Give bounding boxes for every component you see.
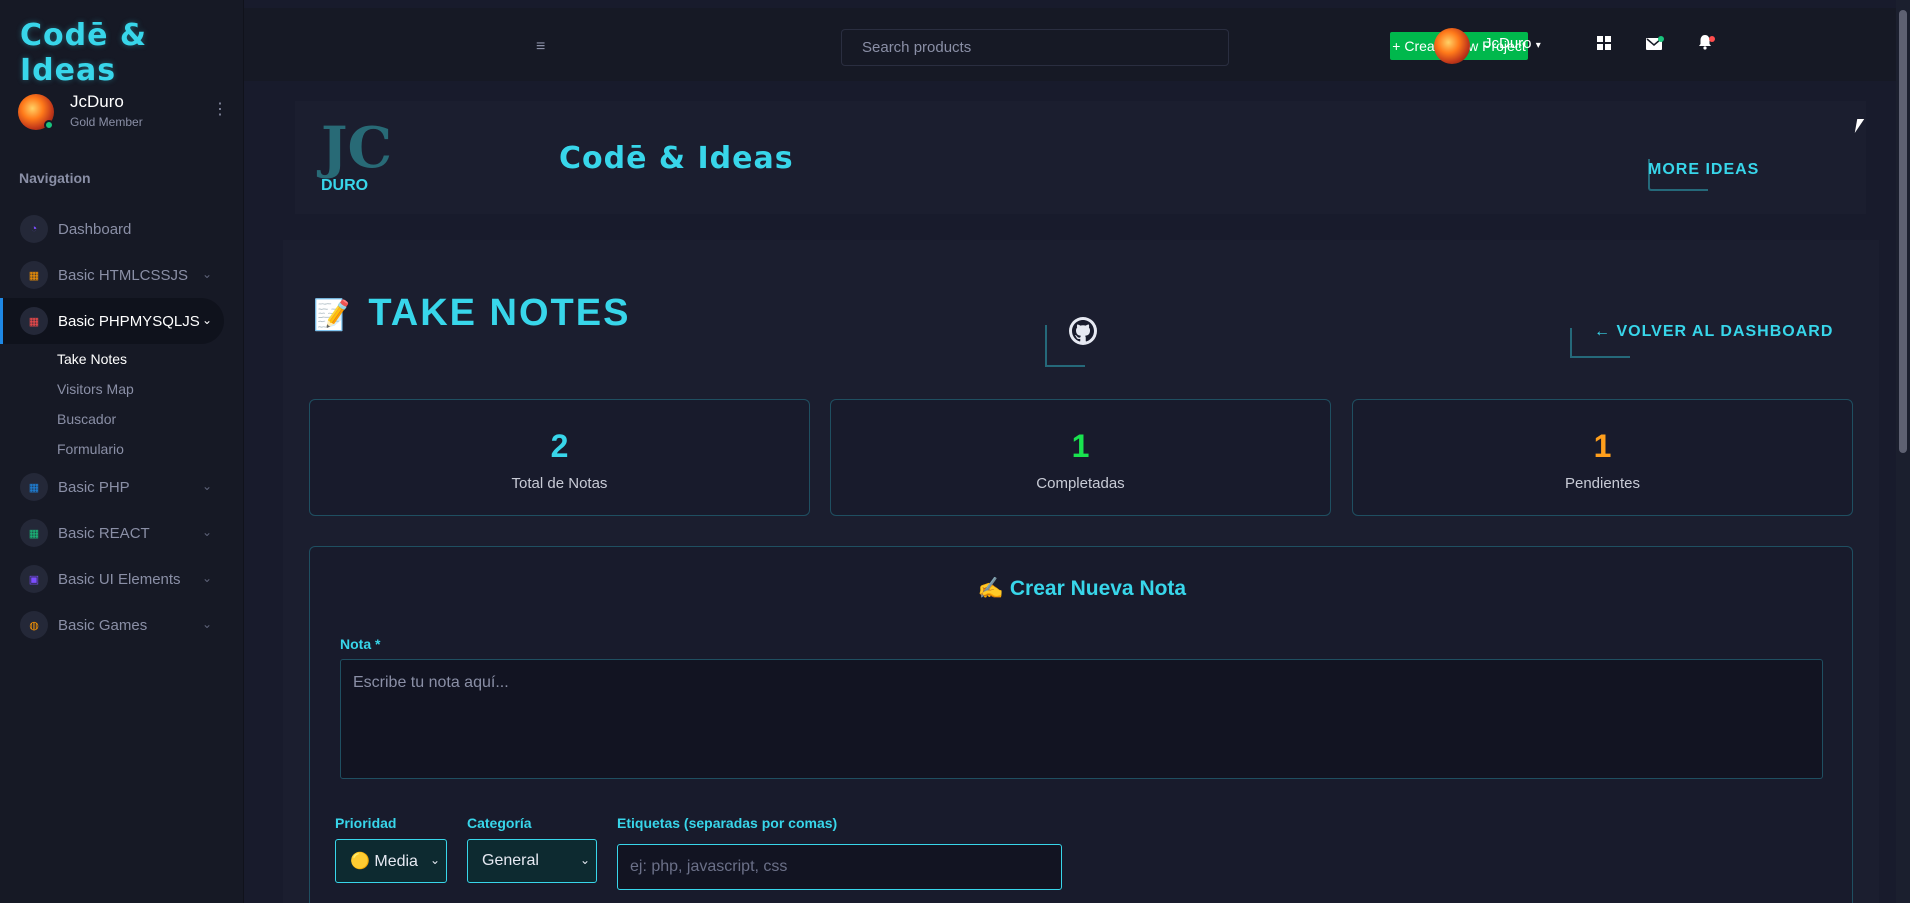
tags-label: Etiquetas (separadas por comas) (617, 815, 838, 831)
create-note-form: ✍️ Crear Nueva Nota Nota * Prioridad 🟡 M… (309, 546, 1853, 903)
sidebar-item-label: Basic PHP (58, 478, 130, 496)
stat-value: 2 (550, 428, 569, 464)
sidebar-menu: ◔ Dashboard ▦ Basic HTMLCSSJS ⌄ ▦ Basic … (0, 206, 244, 648)
sidebar-item-label: Basic Games (58, 616, 148, 634)
menu-toggle-icon[interactable]: ≡ (536, 38, 545, 56)
chevron-down-icon: ⌄ (201, 313, 212, 327)
gamepad-icon: ◍ (20, 611, 48, 639)
profile-name: JcDuro (70, 92, 124, 111)
bell-icon[interactable] (1693, 34, 1717, 58)
top-header: ≡ + Create New Project JcDuro ▾ (244, 8, 1896, 81)
back-to-dashboard-link[interactable]: ← VOLVER AL DASHBOARD (1594, 323, 1833, 341)
logo-sub: DURO (321, 177, 369, 194)
stat-card-pending: 1 Pendientes (1352, 399, 1853, 516)
sidebar-item-basic-ui-elements[interactable]: ▣ Basic UI Elements ⌄ (0, 556, 244, 602)
sidebar-item-basic-react[interactable]: ▦ Basic REACT ⌄ (0, 510, 244, 556)
sidebar-item-dashboard[interactable]: ◔ Dashboard (0, 206, 244, 252)
nav-section-title: Navigation (19, 170, 91, 186)
search-input[interactable] (841, 29, 1229, 66)
chevron-down-icon: ⌄ (429, 853, 440, 867)
stat-label: Pendientes (1564, 475, 1641, 492)
sidebar-item-basic-htmlcssjs[interactable]: ▦ Basic HTMLCSSJS ⌄ (0, 252, 244, 298)
sidebar-item-basic-php[interactable]: ▦ Basic PHP ⌄ (0, 464, 244, 510)
apps-grid-icon[interactable] (1592, 34, 1616, 58)
chevron-down-icon: ⌄ (579, 853, 590, 867)
sidebar-item-label: Dashboard (58, 220, 132, 238)
caret-down-icon: ▾ (1535, 40, 1541, 51)
chevron-down-icon: ⌄ (201, 267, 212, 281)
sidebar-item-label: Basic UI Elements (58, 570, 181, 588)
bell-badge (1709, 36, 1715, 42)
chevron-down-icon: ⌄ (201, 479, 212, 493)
jc-duro-logo: JC DURO (313, 115, 405, 201)
banner-title: Codē & Ideas (559, 141, 794, 176)
category-value: General (482, 852, 539, 869)
gauge-icon: ◔ (20, 215, 48, 243)
category-label: Categoría (467, 815, 532, 831)
submenu-item-formulario[interactable]: Formulario (57, 434, 244, 464)
submenu: Take Notes Visitors Map Buscador Formula… (0, 344, 244, 464)
priority-value: 🟡 Media (350, 853, 418, 870)
page-title: 📝 TAKE NOTES (313, 292, 630, 335)
chevron-down-icon: ⌄ (201, 525, 212, 539)
stat-card-total: 2 Total de Notas (309, 399, 810, 516)
sidebar-item-label: Basic REACT (58, 524, 150, 542)
stat-value: 1 (1071, 428, 1090, 464)
grid-icon: ▦ (20, 519, 48, 547)
user-menu[interactable]: JcDuro ▾ (1484, 35, 1541, 52)
stat-value: 1 (1593, 428, 1612, 464)
chevron-down-icon: ⌄ (201, 617, 212, 631)
submenu-item-visitors-map[interactable]: Visitors Map (57, 374, 244, 404)
page-title-text: TAKE NOTES (368, 292, 631, 334)
more-options-icon[interactable]: ⋮ (212, 100, 228, 120)
form-title: ✍️ Crear Nueva Nota (977, 577, 1187, 600)
brand-banner: JC DURO Codē & Ideas MORE IDEAS (295, 101, 1866, 214)
grid-icon: ▦ (20, 261, 48, 289)
stat-card-completed: 1 Completadas (830, 399, 1331, 516)
note-label: Nota * (340, 636, 381, 652)
sidebar-profile: JcDuro Gold Member ⋮ (18, 92, 228, 132)
brand-logo[interactable]: Codē & Ideas (20, 18, 243, 88)
tags-input[interactable] (617, 844, 1062, 890)
note-textarea[interactable] (340, 659, 1823, 779)
priority-select[interactable]: 🟡 Media ⌄ (335, 839, 447, 883)
github-icon[interactable] (1069, 317, 1097, 345)
profile-role: Gold Member (70, 115, 143, 129)
scrollbar-thumb[interactable] (1899, 10, 1907, 453)
user-avatar[interactable] (1434, 28, 1470, 64)
chevron-down-icon: ⌄ (201, 571, 212, 585)
stat-label: Completadas (1036, 475, 1125, 492)
stat-label: Total de Notas (511, 475, 608, 492)
logo-letters: JC (321, 115, 393, 181)
memo-icon: 📝 (313, 299, 353, 332)
mail-icon[interactable] (1642, 34, 1666, 58)
sidebar-item-basic-games[interactable]: ◍ Basic Games ⌄ (0, 602, 244, 648)
user-name: JcDuro (1484, 35, 1532, 52)
header-top-strip (244, 0, 1896, 8)
more-ideas-link[interactable]: MORE IDEAS (1648, 161, 1759, 179)
sidebar-item-label: Basic PHPMYSQLJS (58, 312, 200, 330)
priority-label: Prioridad (335, 815, 397, 831)
sidebar-item-basic-phpmysqljs[interactable]: ▦ Basic PHPMYSQLJS ⌄ (0, 298, 224, 344)
submenu-item-buscador[interactable]: Buscador (57, 404, 244, 434)
category-select[interactable]: General ⌄ (467, 839, 597, 883)
ui-icon: ▣ (20, 565, 48, 593)
mail-badge (1658, 36, 1664, 42)
sidebar: Codē & Ideas JcDuro Gold Member ⋮ Naviga… (0, 0, 244, 903)
grid-icon: ▦ (20, 307, 48, 335)
online-status-dot (44, 120, 54, 130)
submenu-item-take-notes[interactable]: Take Notes (57, 344, 244, 374)
grid-icon: ▦ (20, 473, 48, 501)
sidebar-item-label: Basic HTMLCSSJS (58, 266, 189, 284)
